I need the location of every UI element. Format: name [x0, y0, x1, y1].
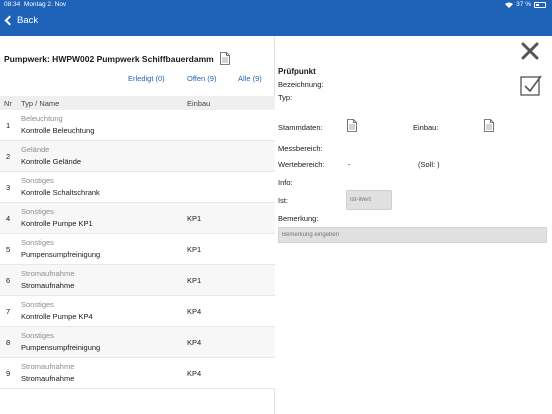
detail-title: Prüfpunkt [278, 67, 316, 76]
table-row[interactable]: 7 Sonstiges Kontrolle Pumpe KP4 KP4 [0, 296, 275, 327]
stammdaten-document-icon[interactable] [347, 119, 357, 132]
row-name: Kontrolle Pumpe KP1 [21, 219, 93, 228]
label-einbau: Einbau: [413, 123, 439, 132]
row-name: Kontrolle Gelände [21, 157, 82, 166]
row-name: Kontrolle Beleuchtung [21, 126, 95, 135]
back-label: Back [17, 15, 39, 26]
label-ist: Ist: [278, 196, 289, 205]
row-nr: 2 [6, 152, 11, 161]
battery-icon [534, 1, 546, 8]
battery-percent: 37 % [516, 1, 531, 8]
wifi-icon [505, 2, 514, 8]
label-info: Info: [278, 178, 293, 187]
row-category: Gelände [21, 145, 50, 154]
bemerkung-input[interactable] [278, 227, 547, 243]
row-nr: 1 [6, 121, 11, 130]
table-row[interactable]: 1 Beleuchtung Kontrolle Beleuchtung [0, 110, 275, 141]
chevron-left-icon [4, 15, 15, 26]
row-einbau: KP1 [187, 214, 202, 223]
soll-value: (Soll: ) [418, 160, 440, 169]
row-nr: 6 [6, 276, 11, 285]
label-stammdaten: Stammdaten: [278, 123, 323, 132]
row-name: Pumpensumpfreinigung [21, 343, 101, 352]
page-title: Pumpwerk: HWPW002 Pumpwerk Schiffbauerda… [4, 53, 214, 64]
status-time: 08:34 [4, 1, 21, 8]
row-category: Stromaufnahme [21, 269, 75, 278]
column-nr: Nr [4, 99, 12, 108]
label-typ: Typ: [278, 93, 293, 102]
table-header: Nr Typ / Name Einbau [0, 96, 275, 110]
row-category: Sonstiges [21, 300, 54, 309]
filter-open[interactable]: Offen (9) [187, 74, 216, 83]
filter-all[interactable]: Alle (9) [238, 74, 262, 83]
title-row: Pumpwerk: HWPW002 Pumpwerk Schiffbauerda… [4, 52, 230, 65]
row-name: Kontrolle Schaltschrank [21, 188, 100, 197]
row-nr: 7 [6, 307, 11, 316]
label-bezeichnung: Bezeichnung: [278, 80, 324, 89]
row-einbau: KP4 [187, 338, 202, 347]
row-einbau: KP4 [187, 307, 202, 316]
status-date: Montag 2. Nov [23, 1, 67, 8]
table-row[interactable]: 6 Stromaufnahme Stromaufnahme KP1 [0, 265, 275, 296]
row-category: Stromaufnahme [21, 362, 75, 371]
row-nr: 3 [6, 183, 11, 192]
row-name: Kontrolle Pumpe KP4 [21, 312, 93, 321]
checkpoint-detail-panel: Prüfpunkt Bezeichnung: Typ: Stammdaten: … [276, 36, 552, 414]
row-einbau: KP4 [187, 369, 202, 378]
label-messbereich: Messbereich: [278, 144, 323, 153]
row-category: Sonstiges [21, 207, 54, 216]
row-nr: 9 [6, 369, 11, 378]
row-einbau: KP1 [187, 245, 202, 254]
label-bemerkung: Bemerkung: [278, 214, 319, 223]
wertebereich-value: - [348, 160, 351, 169]
row-nr: 5 [6, 245, 11, 254]
filter-done[interactable]: Erledigt (0) [128, 74, 165, 83]
row-category: Sonstiges [21, 331, 54, 340]
status-bar: 08:34 Montag 2. Nov 37 % [0, 0, 552, 10]
row-category: Sonstiges [21, 176, 54, 185]
row-nr: 8 [6, 338, 11, 347]
row-nr: 4 [6, 214, 11, 223]
row-einbau: KP1 [187, 276, 202, 285]
checkpoint-list-panel: Pumpwerk: HWPW002 Pumpwerk Schiffbauerda… [0, 36, 275, 414]
top-bar: 08:34 Montag 2. Nov 37 % Back [0, 0, 552, 36]
checkbox-checkmark-icon[interactable] [520, 74, 542, 96]
row-category: Sonstiges [21, 238, 54, 247]
column-einbau: Einbau [187, 99, 211, 108]
column-typ-name: Typ / Name [21, 99, 60, 108]
status-indicators: 37 % [505, 1, 546, 8]
row-name: Stromaufnahme [21, 281, 75, 290]
table-row[interactable]: 5 Sonstiges Pumpensumpfreinigung KP1 [0, 234, 275, 265]
row-name: Stromaufnahme [21, 374, 75, 383]
ist-value-input[interactable] [346, 190, 392, 210]
table-row[interactable]: 4 Sonstiges Kontrolle Pumpe KP1 KP1 [0, 203, 275, 234]
table-body: 1 Beleuchtung Kontrolle Beleuchtung 2 Ge… [0, 110, 275, 389]
row-category: Beleuchtung [21, 114, 63, 123]
back-button[interactable]: Back [4, 15, 39, 26]
table-row[interactable]: 8 Sonstiges Pumpensumpfreinigung KP4 [0, 327, 275, 358]
table-row[interactable]: 9 Stromaufnahme Stromaufnahme KP4 [0, 358, 275, 389]
row-name: Pumpensumpfreinigung [21, 250, 101, 259]
close-icon[interactable] [521, 42, 539, 60]
table-row[interactable]: 2 Gelände Kontrolle Gelände [0, 141, 275, 172]
table-row[interactable]: 3 Sonstiges Kontrolle Schaltschrank [0, 172, 275, 203]
einbau-document-icon[interactable] [484, 119, 494, 132]
document-icon[interactable] [219, 52, 230, 65]
label-wertebereich: Wertebereich: [278, 160, 325, 169]
status-time-date: 08:34 Montag 2. Nov [4, 1, 66, 8]
